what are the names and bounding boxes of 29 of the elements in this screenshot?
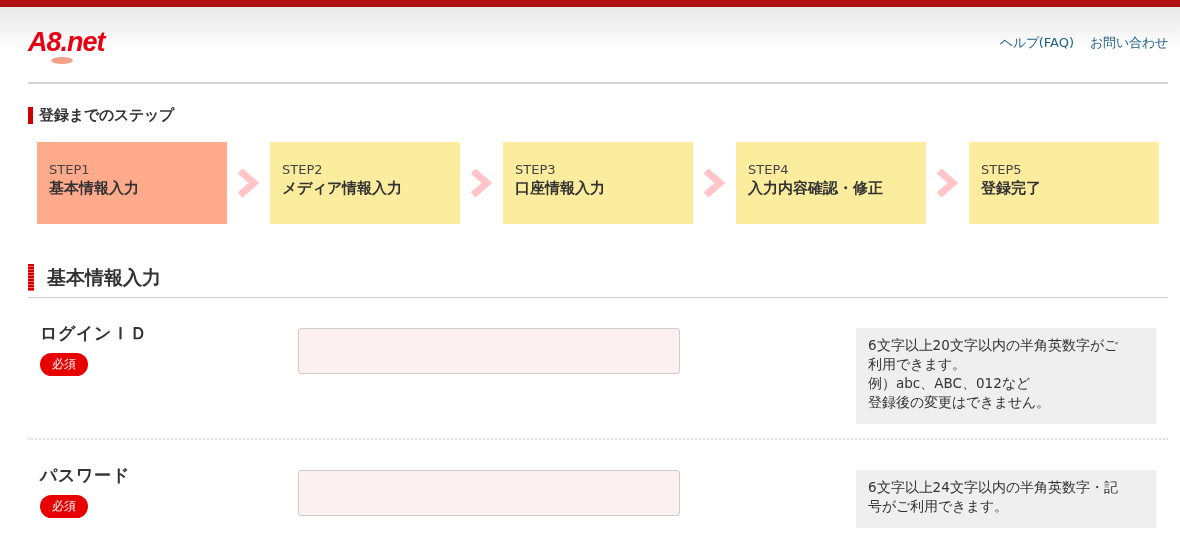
step-label: 基本情報入力 bbox=[49, 179, 140, 198]
step-label: 口座情報入力 bbox=[515, 179, 606, 198]
field-label: ログインＩＤ bbox=[40, 322, 149, 345]
step-label: 入力内容確認・修正 bbox=[748, 179, 884, 198]
required-badge: 必須 bbox=[40, 353, 88, 376]
hint-text: 6文字以上20文字以内の半角英数字がご 利用できます。 例）abc、ABC、012など 登録後の変更はできません。 bbox=[856, 328, 1156, 424]
step-number: STEP2 bbox=[282, 162, 324, 177]
input-field[interactable] bbox=[298, 328, 680, 374]
chevron-icon bbox=[702, 169, 728, 197]
heading-marker bbox=[28, 107, 33, 124]
hint-text: 6文字以上24文字以内の半角英数字・記 号がご利用できます。 bbox=[856, 470, 1156, 528]
step-number: STEP4 bbox=[748, 162, 790, 177]
chevron-icon bbox=[236, 169, 262, 197]
field-label: パスワード bbox=[40, 464, 131, 487]
heading-marker bbox=[28, 264, 34, 291]
chevron-icon bbox=[469, 169, 495, 197]
step-number: STEP1 bbox=[49, 162, 91, 177]
input-field[interactable] bbox=[298, 470, 680, 516]
chevron-icon bbox=[935, 169, 961, 197]
header-link[interactable]: ヘルプ(FAQ) bbox=[999, 34, 1074, 52]
step-number: STEP3 bbox=[515, 162, 557, 177]
header-link[interactable]: お問い合わせ bbox=[1090, 34, 1168, 52]
section-heading: 基本情報入力 bbox=[47, 264, 161, 290]
logo[interactable]: A8.net bbox=[28, 27, 105, 64]
step-label: メディア情報入力 bbox=[282, 179, 403, 198]
required-badge: 必須 bbox=[40, 495, 88, 518]
step-label: 登録完了 bbox=[981, 179, 1042, 198]
step-number: STEP5 bbox=[981, 162, 1023, 177]
section-heading: 登録までのステップ bbox=[39, 106, 174, 125]
